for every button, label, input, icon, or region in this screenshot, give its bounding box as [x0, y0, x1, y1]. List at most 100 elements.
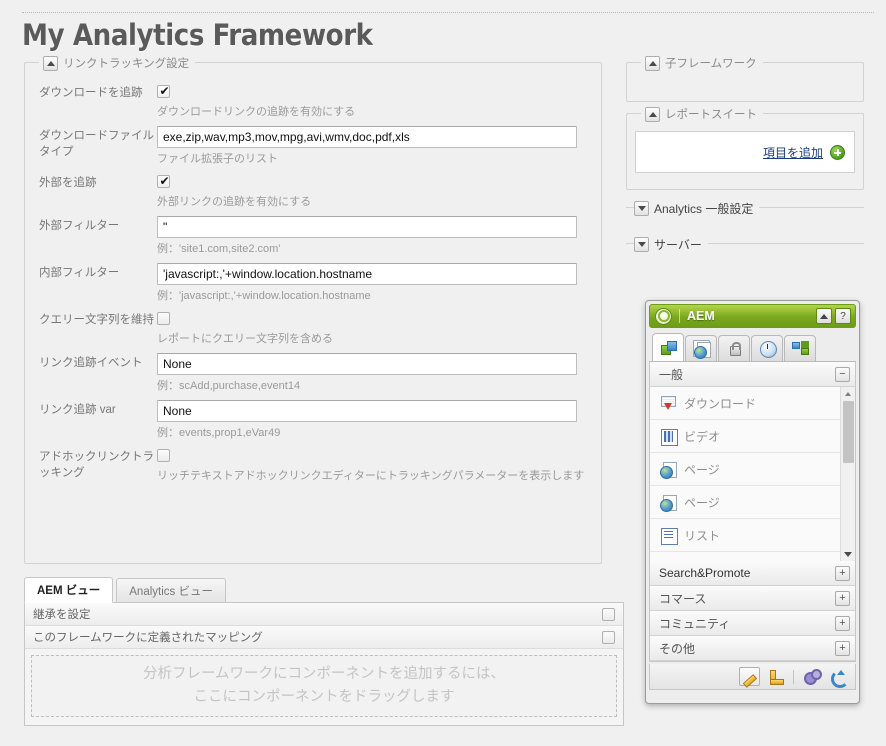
expand-section-button[interactable]: +	[835, 590, 850, 606]
list-item[interactable]: ダウンロード	[650, 387, 855, 420]
chevron-down-icon[interactable]	[634, 201, 649, 216]
ruler-design-icon	[768, 669, 784, 685]
collapse-section-button[interactable]: −	[835, 366, 850, 382]
component-list[interactable]: ダウンロード ビデオ ページ ページ リスト	[650, 387, 855, 561]
external-filter-input[interactable]	[157, 216, 577, 238]
sidekick-section-community[interactable]: コミュニティ +	[650, 611, 855, 636]
field-label: ダウンロードファイルタイプ	[39, 130, 154, 158]
row-configure-inheritance[interactable]: 継承を設定	[25, 603, 623, 626]
internal-filter-input[interactable]	[157, 263, 577, 285]
chevron-up-icon[interactable]	[645, 106, 660, 122]
field-label: リンク追跡イベント	[39, 357, 143, 369]
download-filetypes-input[interactable]	[157, 126, 577, 148]
field-track-external: 外部を追跡 外部リンクの追跡を有効にする	[39, 173, 585, 209]
field-label: 外部フィルター	[39, 220, 120, 232]
track-downloads-checkbox[interactable]	[157, 83, 171, 99]
field-link-track-events: リンク追跡イベント 例：scAdd,purchase,event14	[39, 353, 585, 393]
dropzone-line-1: 分析フレームワークにコンポーネントを追加するには、	[142, 666, 506, 682]
defined-mappings-checkbox[interactable]	[602, 630, 615, 644]
field-hint: 例：scAdd,purchase,event14	[157, 380, 301, 392]
sidekick-tab-security[interactable]	[718, 335, 750, 361]
scrollbar-thumb[interactable]	[842, 401, 854, 463]
framework-views: AEM ビュー Analytics ビュー 継承を設定 このフレームワークに定義…	[24, 577, 624, 726]
scroll-up-icon[interactable]	[845, 387, 851, 400]
sidekick-footer	[649, 664, 856, 690]
settings-button[interactable]	[801, 667, 822, 686]
sidekick-section-commerce[interactable]: コマース +	[650, 586, 855, 611]
sidekick-section-others[interactable]: その他 +	[650, 636, 855, 661]
sidekick-tab-workflow[interactable]	[751, 335, 783, 361]
page-icon	[660, 461, 677, 479]
field-external-filter: 外部フィルター 例：'site1.com,site2.com'	[39, 216, 585, 256]
workflow-clock-icon	[759, 340, 777, 358]
sidekick-section-general[interactable]: 一般 −	[650, 362, 855, 387]
field-keep-query-string: クエリー文字列を維持 レポートにクエリー文字列を含める	[39, 310, 585, 346]
row-defined-mappings[interactable]: このフレームワークに定義されたマッピング	[25, 626, 623, 649]
child-framework-legend-label: 子フレームワーク	[665, 58, 757, 70]
aem-logo-icon	[655, 307, 672, 325]
plus-circle-icon[interactable]	[830, 144, 845, 160]
add-item-link[interactable]: 項目を追加	[763, 144, 823, 161]
field-label: クエリー文字列を維持	[39, 314, 154, 326]
sidekick-tab-components[interactable]	[652, 333, 684, 361]
server-section[interactable]: サーバー	[626, 236, 864, 253]
analytics-general-settings-label: Analytics 一般設定	[654, 202, 754, 216]
list-icon	[660, 527, 678, 545]
footer-divider	[793, 669, 794, 684]
report-suite-legend-label: レポートスイート	[665, 109, 757, 121]
report-suite-panel: レポートスイート 項目を追加	[626, 106, 864, 190]
configure-inheritance-checkbox[interactable]	[602, 607, 615, 621]
sidekick-tab-sitemap[interactable]	[784, 335, 816, 361]
field-hint: 外部リンクの追跡を有効にする	[157, 196, 312, 208]
analytics-general-settings-section[interactable]: Analytics 一般設定	[626, 200, 864, 217]
video-icon	[660, 428, 678, 446]
component-dropzone[interactable]: 分析フレームワークにコンポーネントを追加するには、 ここにコンポーネントをドラッ…	[31, 655, 617, 717]
sidekick-tab-page[interactable]	[685, 335, 717, 361]
download-icon	[660, 395, 677, 412]
sidekick-section-searchpromote[interactable]: Search&Promote +	[650, 561, 855, 586]
list-item[interactable]: ページ	[650, 486, 855, 519]
link-track-events-input[interactable]	[157, 353, 577, 375]
list-item[interactable]: リスト - HTL	[650, 552, 855, 561]
section-label: その他	[659, 641, 696, 656]
list-item-label: ページ	[684, 495, 720, 510]
design-mode-button[interactable]	[765, 667, 786, 686]
help-button[interactable]: ?	[835, 308, 851, 324]
list-item[interactable]: リスト	[650, 519, 855, 552]
field-hint: 例：'javascript:,'+window.location.hostnam…	[157, 290, 371, 302]
list-item-label: ページ	[684, 462, 720, 477]
page-title: My Analytics Framework	[22, 18, 373, 52]
scroll-down-icon[interactable]	[844, 548, 852, 561]
section-label: 一般	[659, 367, 684, 382]
section-label: Search&Promote	[659, 566, 751, 580]
field-hint: レポートにクエリー文字列を含める	[157, 333, 333, 345]
keep-query-string-checkbox[interactable]	[157, 312, 170, 325]
expand-section-button[interactable]: +	[835, 615, 850, 631]
link-tracking-fields: ダウンロードを追跡 ダウンロードリンクの追跡を有効にする ダウンロードファイルタ…	[25, 63, 601, 490]
gears-settings-icon	[804, 669, 822, 685]
tab-aem-view[interactable]: AEM ビュー	[24, 577, 114, 603]
chevron-up-icon[interactable]	[645, 55, 660, 71]
list-item[interactable]: ページ	[650, 453, 855, 486]
section-label: コマース	[659, 591, 707, 606]
sidekick-body: 一般 − ダウンロード ビデオ ページ ページ リスト Search&Promo…	[649, 362, 856, 662]
track-external-checkbox[interactable]	[157, 173, 171, 189]
child-framework-legend: 子フレームワーク	[641, 55, 763, 71]
field-label: リンク追跡 var	[39, 404, 116, 416]
link-track-vars-input[interactable]	[157, 400, 577, 422]
pencil-edit-icon	[742, 669, 757, 684]
expand-section-button[interactable]: +	[835, 640, 850, 656]
server-label: サーバー	[654, 238, 702, 252]
adhoc-link-tracking-checkbox[interactable]	[157, 449, 170, 462]
field-hint: 例：events,prop1,eVar49	[157, 427, 281, 439]
title-divider	[22, 12, 874, 13]
component-list-scrollbar[interactable]	[840, 387, 855, 561]
expand-section-button[interactable]: +	[835, 565, 850, 581]
tab-analytics-view[interactable]: Analytics ビュー	[116, 578, 226, 603]
edit-mode-button[interactable]	[739, 667, 760, 686]
chevron-up-icon[interactable]	[816, 308, 832, 324]
chevron-down-icon[interactable]	[634, 237, 649, 252]
list-item[interactable]: ビデオ	[650, 420, 855, 453]
aem-sidekick: AEM ? 一般 − ダウンロード ビデオ ページ ページ リスト Search…	[645, 300, 860, 704]
refresh-button[interactable]	[827, 667, 849, 688]
